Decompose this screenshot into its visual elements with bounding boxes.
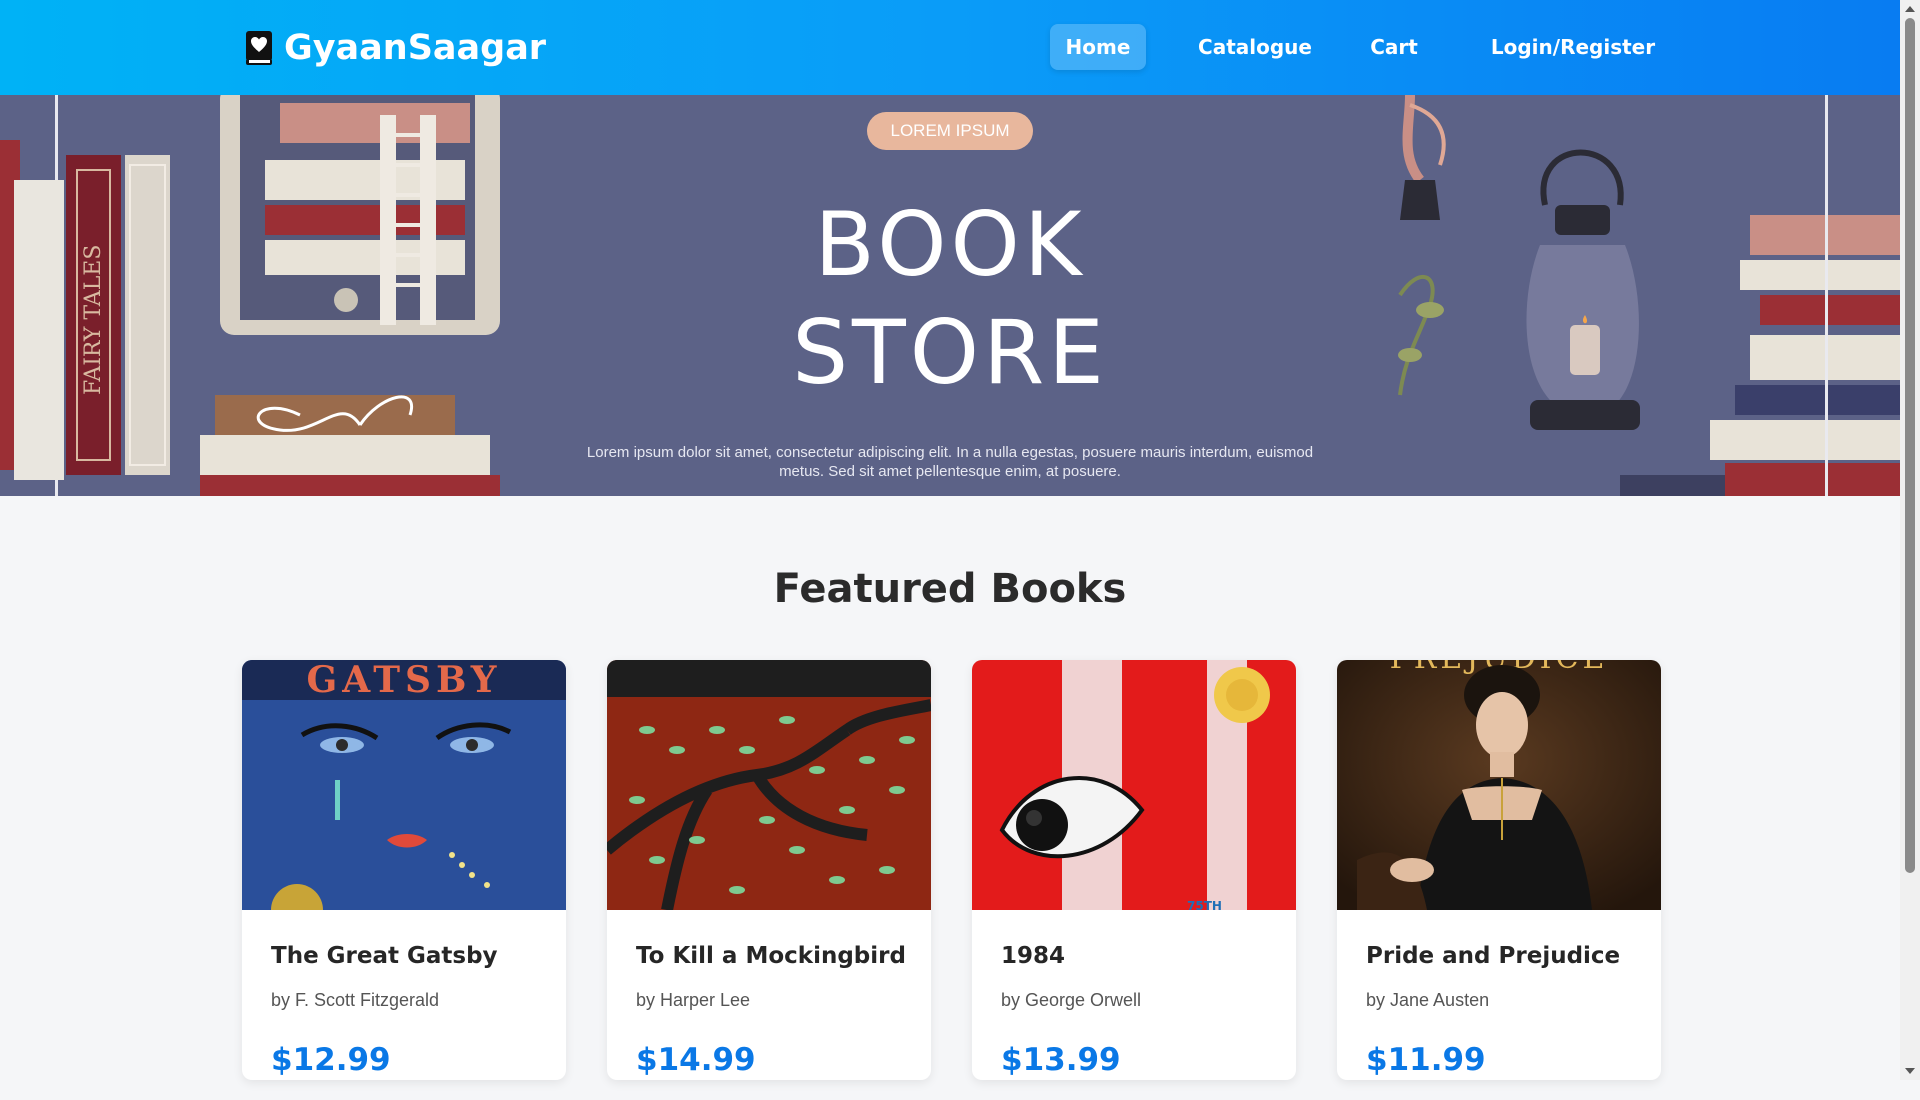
brand-logo-link[interactable]: GyaanSaagar [244,28,546,68]
lantern-illustration-right [1398,95,1900,496]
book-cover-image[interactable]: 75TH [972,660,1296,913]
book-cover-image[interactable]: PREJUDICE [1337,660,1661,910]
scroll-down-arrow-icon[interactable] [1900,1062,1920,1080]
book-card[interactable]: GATSBY The Great Gatsby by F. Scott Fitz… [242,660,566,1080]
featured-books-grid: GATSBY The Great Gatsby by F. Scott Fitz… [242,660,1662,1100]
scroll-up-arrow-icon[interactable] [1900,0,1920,18]
top-navbar: GyaanSaagar Home Catalogue Cart Login/Re… [0,0,1900,95]
book-price: $13.99 [1001,1042,1121,1078]
book-card[interactable]: 75TH 1984 by George Orwell $13.99 [972,660,1296,1080]
scrollbar-thumb[interactable] [1905,18,1915,873]
book-card[interactable]: To Kill a Mockingbird by Harper Lee $14.… [607,660,931,1080]
hero-banner: FAIRY TALES LOREM IPSUM BOOK STORE Lorem… [0,95,1900,496]
book-title[interactable]: 1984 [1001,943,1065,969]
nav-catalogue[interactable]: Catalogue [1190,24,1320,70]
book-heart-icon [246,31,272,65]
book-author: by Jane Austen [1366,990,1490,1010]
books-illustration-left: FAIRY TALES [0,95,500,496]
book-author: by George Orwell [1001,990,1142,1010]
book-price: $12.99 [271,1042,391,1078]
cover-title-text: GATSBY [307,660,502,701]
hero-pill-label: LOREM IPSUM [867,112,1033,150]
book-price: $11.99 [1366,1042,1486,1078]
book-author: by F. Scott Fitzgerald [271,990,440,1010]
book-card[interactable]: PREJUDICE Pride and Prejudice by Jane Au… [1337,660,1661,1080]
brand-name: GyaanSaagar [284,28,547,68]
vertical-scrollbar[interactable] [1900,0,1920,1080]
book-title[interactable]: The Great Gatsby [271,943,498,969]
book-price: $14.99 [636,1042,756,1078]
hero-subtitle: Lorem ipsum dolor sit amet, consectetur … [586,444,1314,480]
book-title[interactable]: Pride and Prejudice [1366,943,1620,969]
hero-title-line2: STORE [792,301,1108,404]
nav-cart[interactable]: Cart [1354,24,1434,70]
book-author: by Harper Lee [636,990,751,1010]
featured-books-heading: Featured Books [773,566,1127,612]
page: GyaanSaagar Home Catalogue Cart Login/Re… [0,0,1900,1080]
nav-login-register[interactable]: Login/Register [1478,24,1668,70]
cover-edition-text: 75TH [1187,899,1222,910]
book-cover-image[interactable] [607,660,931,912]
fairy-tales-spine-text: FAIRY TALES [81,245,106,395]
book-cover-image[interactable]: GATSBY [242,660,566,936]
hero-title-line1: BOOK [814,193,1086,296]
book-title[interactable]: To Kill a Mockingbird [636,943,906,969]
nav-home[interactable]: Home [1050,24,1146,70]
